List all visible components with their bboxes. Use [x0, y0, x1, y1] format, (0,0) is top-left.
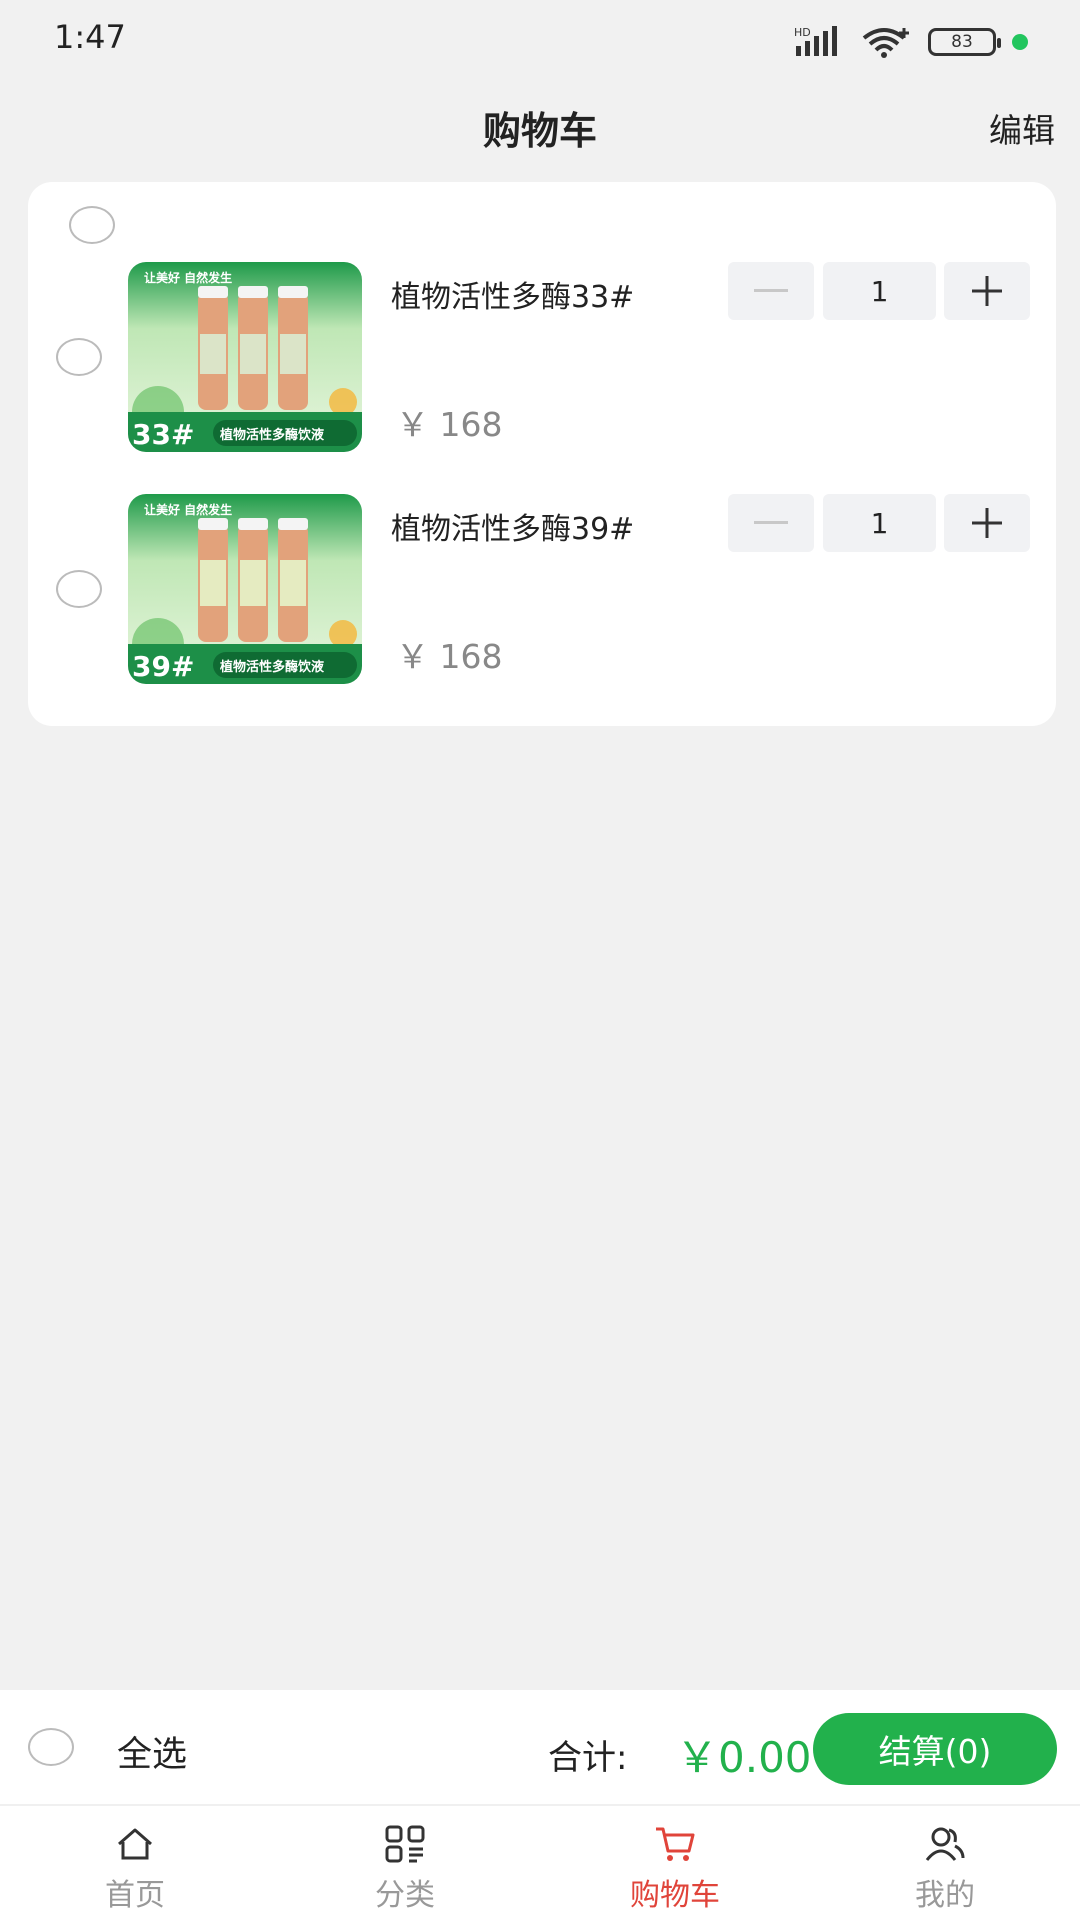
- decrease-quantity-button[interactable]: [728, 262, 814, 320]
- product-title[interactable]: 植物活性多酶33#: [391, 272, 634, 316]
- tab-home[interactable]: 首页: [0, 1806, 270, 1920]
- product-image[interactable]: 让美好 自然发生 39# 植物活性多酶饮液: [128, 494, 362, 684]
- total-amount: ￥0.00: [676, 1733, 812, 1782]
- plus-icon: [972, 276, 1002, 306]
- increase-quantity-button[interactable]: [944, 494, 1030, 552]
- battery-icon: 83: [928, 28, 1001, 56]
- image-badge: 39#: [132, 650, 194, 683]
- signal-icon: HD: [794, 26, 837, 56]
- decrease-quantity-button[interactable]: [728, 494, 814, 552]
- quantity-input[interactable]: 1: [823, 494, 936, 552]
- minus-icon: [754, 289, 788, 292]
- item-select-radio[interactable]: [56, 570, 102, 608]
- profile-icon: [925, 1827, 965, 1861]
- cart-card: 让美好 自然发生 33# 植物活性多酶饮液 植物活性多酶33# ￥ 168 1: [28, 182, 1056, 726]
- tab-label: 购物车: [630, 1878, 720, 1913]
- image-slogan: 让美好 自然发生: [144, 270, 232, 285]
- status-time: 1:47: [54, 18, 126, 56]
- product-price: ￥ 168: [396, 405, 503, 444]
- tab-category[interactable]: 分类: [270, 1806, 540, 1920]
- image-caption: 植物活性多酶饮液: [219, 427, 324, 443]
- network-label: HD: [794, 26, 811, 39]
- image-badge: 33#: [132, 418, 194, 451]
- image-slogan: 让美好 自然发生: [144, 502, 232, 517]
- tab-label: 分类: [375, 1878, 435, 1913]
- increase-quantity-button[interactable]: [944, 262, 1030, 320]
- privacy-dot: [1012, 34, 1028, 50]
- battery-level: 83: [951, 32, 973, 52]
- home-icon: [118, 1828, 152, 1860]
- tab-label: 首页: [105, 1878, 165, 1913]
- tab-profile[interactable]: 我的: [810, 1806, 1080, 1920]
- select-all-radio[interactable]: [28, 1728, 74, 1766]
- quantity-input[interactable]: 1: [823, 262, 936, 320]
- edit-button[interactable]: 编辑: [989, 104, 1055, 152]
- product-price: ￥ 168: [396, 637, 503, 676]
- page-title: 购物车: [482, 109, 597, 153]
- tab-label: 我的: [915, 1878, 975, 1913]
- status-icons: HD 83: [794, 22, 1028, 62]
- cart-item: 让美好 自然发生 33# 植物活性多酶饮液 植物活性多酶33# ￥ 168 1: [28, 262, 1056, 454]
- tab-cart[interactable]: 购物车: [540, 1806, 810, 1920]
- status-bar: 1:47 HD 83: [0, 0, 1080, 80]
- checkout-button[interactable]: 结算(0): [813, 1713, 1057, 1785]
- tab-bar: 首页 分类 购物车 我的: [0, 1806, 1080, 1920]
- item-select-radio[interactable]: [56, 338, 102, 376]
- nav-bar: 购物车 编辑: [0, 80, 1080, 180]
- product-title[interactable]: 植物活性多酶39#: [391, 504, 634, 548]
- product-image[interactable]: 让美好 自然发生 33# 植物活性多酶饮液: [128, 262, 362, 452]
- select-all-label[interactable]: 全选: [117, 1726, 187, 1777]
- checkout-bar: 全选 合计: ￥0.00 结算(0): [0, 1690, 1080, 1806]
- minus-icon: [754, 521, 788, 524]
- wifi-icon: [862, 28, 909, 58]
- cart-icon: [656, 1827, 695, 1861]
- cart-item: 让美好 自然发生 39# 植物活性多酶饮液 植物活性多酶39# ￥ 168 1: [28, 494, 1056, 686]
- total-label: 合计:: [548, 1738, 628, 1778]
- category-icon: [385, 1825, 425, 1863]
- image-caption: 植物活性多酶饮液: [219, 659, 324, 675]
- plus-icon: [972, 508, 1002, 538]
- shop-select-radio[interactable]: [69, 206, 115, 244]
